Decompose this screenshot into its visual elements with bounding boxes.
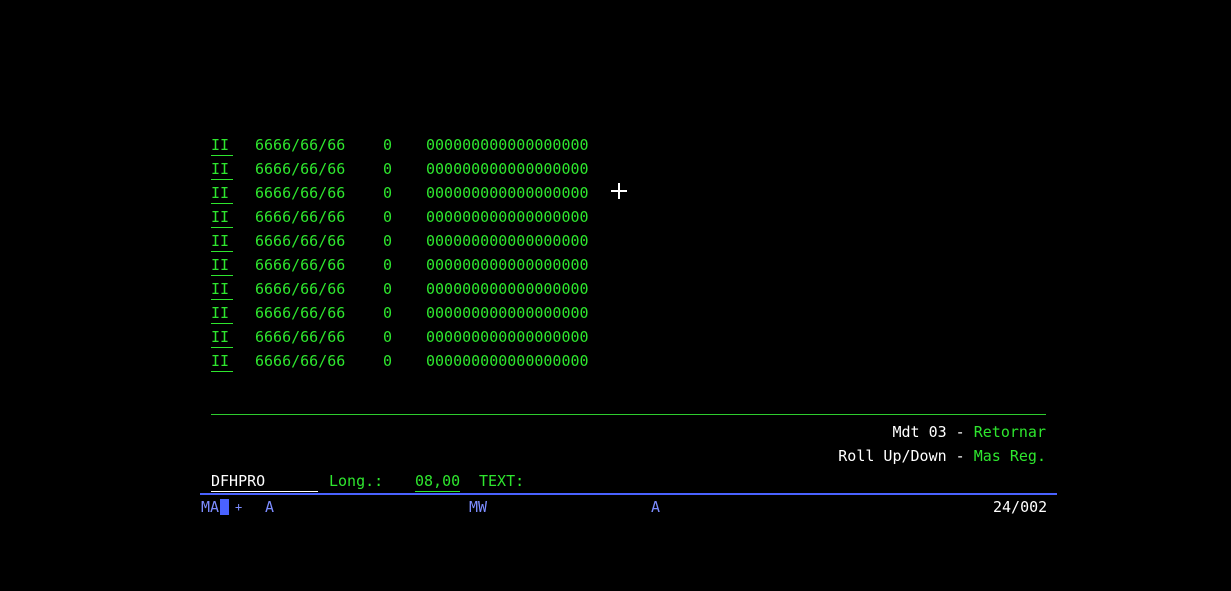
- number-value: 0: [383, 184, 393, 202]
- status-divider: [200, 493, 1057, 495]
- date-value: 6666/66/66: [255, 352, 346, 370]
- code-value: 000000000000000000: [426, 184, 589, 202]
- status-ma-indicator: MA: [201, 497, 230, 517]
- text-label: TEXT:: [479, 472, 525, 490]
- option-field[interactable]: II: [211, 183, 233, 204]
- number-value: 0: [383, 208, 393, 226]
- key-separator: -: [946, 423, 974, 441]
- list-item: II 6666/66/66 0 000000000000000000: [211, 135, 589, 159]
- list-item: II 6666/66/66 0 000000000000000000: [211, 207, 589, 231]
- status-ma-text: MA: [201, 498, 220, 516]
- date-value: 6666/66/66: [255, 256, 346, 274]
- date-value: 6666/66/66: [255, 304, 346, 322]
- number-value: 0: [383, 280, 393, 298]
- option-field[interactable]: II: [211, 351, 233, 372]
- list-item: II 6666/66/66 0 000000000000000000: [211, 159, 589, 183]
- code-value: 000000000000000000: [426, 256, 589, 274]
- cursor-position-readout: 24/002: [993, 498, 1048, 516]
- key-name: Roll Up/Down: [838, 447, 947, 465]
- option-field[interactable]: II: [211, 159, 233, 180]
- function-key-hint-return: Mdt 03 - Retornar: [892, 423, 1046, 441]
- code-value: 000000000000000000: [426, 304, 589, 322]
- option-field[interactable]: II: [211, 327, 233, 348]
- list-item: II 6666/66/66 0 000000000000000000: [211, 327, 589, 351]
- divider: [211, 414, 1046, 415]
- code-value: 000000000000000000: [426, 208, 589, 226]
- option-field[interactable]: II: [211, 231, 233, 252]
- status-mw-indicator: MW: [469, 498, 488, 516]
- list-item: II 6666/66/66 0 000000000000000000: [211, 255, 589, 279]
- option-field[interactable]: II: [211, 135, 233, 156]
- key-action: Mas Reg.: [973, 447, 1046, 465]
- code-value: 000000000000000000: [426, 136, 589, 154]
- text-cursor-icon: [220, 499, 230, 515]
- status-a-indicator: A: [265, 498, 275, 516]
- key-name: Mdt 03: [892, 423, 947, 441]
- status-a-indicator-2: A: [651, 498, 661, 516]
- number-value: 0: [383, 256, 393, 274]
- length-label: Long.:: [329, 472, 384, 490]
- option-field[interactable]: II: [211, 255, 233, 276]
- date-value: 6666/66/66: [255, 184, 346, 202]
- record-list: II 6666/66/66 0 000000000000000000 II 66…: [211, 135, 589, 375]
- number-value: 0: [383, 160, 393, 178]
- number-value: 0: [383, 304, 393, 322]
- list-item: II 6666/66/66 0 000000000000000000: [211, 351, 589, 375]
- code-value: 000000000000000000: [426, 352, 589, 370]
- code-value: 000000000000000000: [426, 232, 589, 250]
- date-value: 6666/66/66: [255, 328, 346, 346]
- option-field[interactable]: II: [211, 303, 233, 324]
- length-input[interactable]: 08,00: [415, 471, 461, 492]
- code-value: 000000000000000000: [426, 160, 589, 178]
- command-input[interactable]: DFHPRO: [211, 471, 318, 492]
- key-separator: -: [946, 447, 974, 465]
- number-value: 0: [383, 352, 393, 370]
- list-item: II 6666/66/66 0 000000000000000000: [211, 303, 589, 327]
- list-item: II 6666/66/66 0 000000000000000000: [211, 231, 589, 255]
- option-field[interactable]: II: [211, 207, 233, 228]
- date-value: 6666/66/66: [255, 208, 346, 226]
- date-value: 6666/66/66: [255, 232, 346, 250]
- number-value: 0: [383, 328, 393, 346]
- option-field[interactable]: II: [211, 279, 233, 300]
- number-value: 0: [383, 136, 393, 154]
- key-action: Retornar: [973, 423, 1046, 441]
- crosshair-cursor-icon: [611, 183, 627, 199]
- code-value: 000000000000000000: [426, 280, 589, 298]
- date-value: 6666/66/66: [255, 280, 346, 298]
- date-value: 6666/66/66: [255, 136, 346, 154]
- command-line: DFHPRO Long.: 08,00 TEXT:: [211, 471, 524, 492]
- terminal-screen: II 6666/66/66 0 000000000000000000 II 66…: [0, 0, 1231, 555]
- list-item: II 6666/66/66 0 000000000000000000: [211, 183, 589, 207]
- code-value: 000000000000000000: [426, 328, 589, 346]
- list-item: II 6666/66/66 0 000000000000000000: [211, 279, 589, 303]
- status-plus-indicator: +: [235, 500, 243, 514]
- function-key-hint-roll: Roll Up/Down - Mas Reg.: [838, 447, 1046, 465]
- number-value: 0: [383, 232, 393, 250]
- date-value: 6666/66/66: [255, 160, 346, 178]
